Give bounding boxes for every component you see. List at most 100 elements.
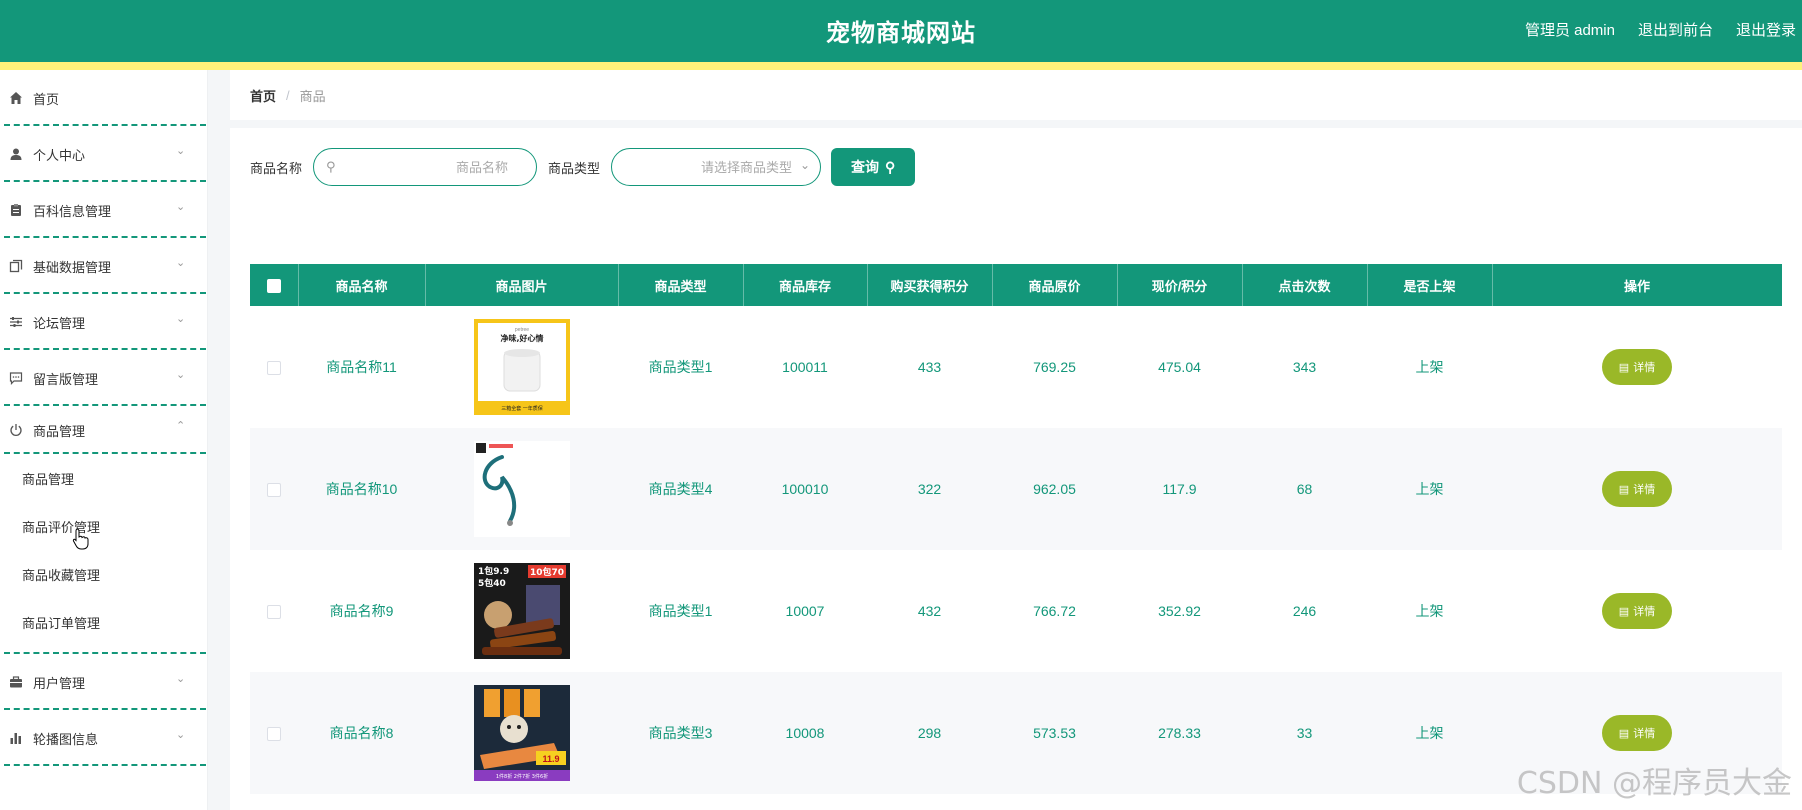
row-checkbox[interactable] bbox=[267, 605, 281, 620]
stock-cell: 100011 bbox=[743, 306, 867, 428]
price-cell: 278.33 bbox=[1117, 672, 1242, 794]
header-actions: 管理员 admin 退出到前台 退出登录 bbox=[1525, 19, 1796, 40]
stock-cell: 100010 bbox=[743, 428, 867, 550]
product-image[interactable]: 1包9.9 10包70 5包40 bbox=[473, 563, 570, 659]
submenu-product-review[interactable]: 商品评价管理 bbox=[0, 502, 207, 550]
image-brand: petree bbox=[514, 327, 528, 333]
actions-cell: ▤ 详情 bbox=[1492, 428, 1782, 550]
submenu-product-orders[interactable]: 商品订单管理 bbox=[0, 598, 207, 646]
breadcrumb-home[interactable]: 首页 bbox=[250, 86, 276, 105]
row-checkbox[interactable] bbox=[267, 483, 281, 498]
row-checkbox[interactable] bbox=[267, 727, 281, 742]
detail-button[interactable]: ▤ 详情 bbox=[1602, 715, 1672, 751]
document-icon: ▤ bbox=[1618, 361, 1630, 374]
price-cell: 352.92 bbox=[1117, 550, 1242, 672]
query-button[interactable]: 查询 ⚲ bbox=[831, 148, 916, 186]
clicks-cell: 68 bbox=[1242, 428, 1367, 550]
column-header: 点击次数 bbox=[1242, 264, 1368, 306]
message-icon bbox=[8, 370, 24, 386]
sidebar-item-home[interactable]: 首页 bbox=[0, 70, 207, 126]
product-name-cell: 商品名称11 bbox=[298, 306, 425, 428]
sidebar-item-basic-data[interactable]: 基础数据管理 ⌄ bbox=[0, 238, 207, 294]
product-type-cell: 商品类型1 bbox=[618, 306, 743, 428]
sidebar-item-label: 用户管理 bbox=[33, 675, 86, 691]
price-cell: 475.04 bbox=[1117, 306, 1242, 428]
points-cell: 432 bbox=[867, 550, 992, 672]
product-image-cell: 1包9.9 10包70 5包40 bbox=[425, 550, 618, 672]
points-cell: 433 bbox=[867, 306, 992, 428]
product-image[interactable]: 11.9 1件8折 2件7折 3件6折 bbox=[473, 685, 570, 781]
sidebar-item-label: 个人中心 bbox=[33, 147, 86, 163]
search-icon: ⚲ bbox=[885, 158, 896, 175]
sidebar-item-product-management[interactable]: 商品管理 ⌃ bbox=[0, 406, 207, 454]
product-table: 商品名称 商品图片 商品类型 商品库存 购买获得积分 商品原价 现价/积分 点击… bbox=[250, 264, 1783, 794]
original-price-cell: 573.53 bbox=[992, 672, 1117, 794]
product-name-input[interactable] bbox=[314, 149, 537, 185]
logout-link[interactable]: 退出登录 bbox=[1736, 19, 1796, 40]
sidebar-item-label: 论坛管理 bbox=[33, 315, 86, 331]
sidebar-item-forum[interactable]: 论坛管理 ⌄ bbox=[0, 294, 207, 350]
sidebar-item-carousel[interactable]: 轮播图信息 ⌄ bbox=[0, 710, 207, 766]
sidebar-item-label: 轮播图信息 bbox=[33, 731, 99, 747]
product-image[interactable] bbox=[473, 441, 570, 537]
sidebar-item-message-board[interactable]: 留言版管理 ⌄ bbox=[0, 350, 207, 406]
breadcrumb-current: 商品 bbox=[299, 88, 326, 104]
column-header: 商品类型 bbox=[618, 264, 744, 306]
image-footer: 1件8折 2件7折 3件6折 bbox=[495, 773, 547, 780]
stock-cell: 10007 bbox=[743, 550, 867, 672]
search-bar: 商品名称 ⚲ 商品类型 ⌄ 查询 ⚲ bbox=[250, 148, 916, 186]
copy-icon bbox=[8, 258, 24, 274]
detail-button-label: 详情 bbox=[1633, 606, 1656, 618]
product-image[interactable]: petree 净味,好心情 三箱全套 一年质保 bbox=[473, 319, 570, 415]
home-icon bbox=[8, 90, 24, 106]
product-name-field: ⚲ bbox=[313, 148, 538, 186]
image-footer: 三箱全套 一年质保 bbox=[501, 405, 543, 412]
sidebar: 首页 个人中心 ⌄ 百科信息管理 ⌄ 基础数据管理 ⌄ 论坛管理 ⌄ 留言版管理… bbox=[0, 70, 208, 810]
product-name-cell: 商品名称10 bbox=[298, 428, 425, 550]
product-type-select[interactable]: ⌄ bbox=[611, 148, 822, 186]
select-all-checkbox[interactable] bbox=[266, 278, 281, 293]
column-header: 商品名称 bbox=[298, 264, 426, 306]
detail-button-label: 详情 bbox=[1633, 728, 1656, 740]
header-stripe bbox=[0, 62, 1802, 70]
chevron-down-icon: ⌄ bbox=[176, 313, 186, 325]
sidebar-item-label: 基础数据管理 bbox=[33, 259, 112, 275]
status-cell: 上架 bbox=[1367, 428, 1492, 550]
breadcrumb-separator: / bbox=[286, 87, 290, 103]
image-price-tag: 11.9 bbox=[542, 754, 559, 764]
sidebar-item-personal-center[interactable]: 个人中心 ⌄ bbox=[0, 126, 207, 182]
image-promo: 10包70 bbox=[530, 566, 564, 578]
image-promo: 5包40 bbox=[478, 577, 506, 589]
document-icon: ▤ bbox=[1618, 605, 1630, 618]
product-type-cell: 商品类型1 bbox=[618, 550, 743, 672]
actions-cell: ▤ 详情 bbox=[1492, 306, 1782, 428]
briefcase-icon bbox=[8, 674, 24, 690]
detail-button[interactable]: ▤ 详情 bbox=[1602, 593, 1672, 629]
column-header: 商品原价 bbox=[992, 264, 1118, 306]
product-type-input[interactable] bbox=[612, 149, 821, 185]
original-price-cell: 769.25 bbox=[992, 306, 1117, 428]
column-header: 购买获得积分 bbox=[867, 264, 993, 306]
detail-button[interactable]: ▤ 详情 bbox=[1602, 471, 1672, 507]
hand-cursor-icon bbox=[72, 528, 89, 550]
clicks-cell: 343 bbox=[1242, 306, 1367, 428]
chevron-down-icon: ⌄ bbox=[176, 673, 186, 685]
detail-button[interactable]: ▤ 详情 bbox=[1602, 349, 1672, 385]
chevron-down-icon: ⌄ bbox=[176, 145, 186, 157]
back-to-front-link[interactable]: 退出到前台 bbox=[1638, 19, 1713, 40]
column-header: 商品图片 bbox=[425, 264, 619, 306]
query-button-label: 查询 bbox=[851, 159, 880, 175]
admin-label: 管理员 admin bbox=[1524, 22, 1615, 39]
detail-button-label: 详情 bbox=[1633, 484, 1656, 496]
sidebar-item-encyclopedia[interactable]: 百科信息管理 ⌄ bbox=[0, 182, 207, 238]
submenu-product-management[interactable]: 商品管理 bbox=[0, 454, 207, 502]
row-checkbox[interactable] bbox=[267, 361, 281, 376]
product-name-cell: 商品名称9 bbox=[298, 550, 425, 672]
column-header: 操作 bbox=[1492, 264, 1783, 306]
product-type-cell: 商品类型4 bbox=[618, 428, 743, 550]
sidebar-item-label: 首页 bbox=[33, 91, 60, 107]
sidebar-item-users[interactable]: 用户管理 ⌄ bbox=[0, 654, 207, 710]
chevron-down-icon: ⌄ bbox=[176, 369, 186, 381]
sidebar-item-label: 商品管理 bbox=[33, 423, 86, 439]
submenu-product-favorites[interactable]: 商品收藏管理 bbox=[0, 550, 207, 598]
